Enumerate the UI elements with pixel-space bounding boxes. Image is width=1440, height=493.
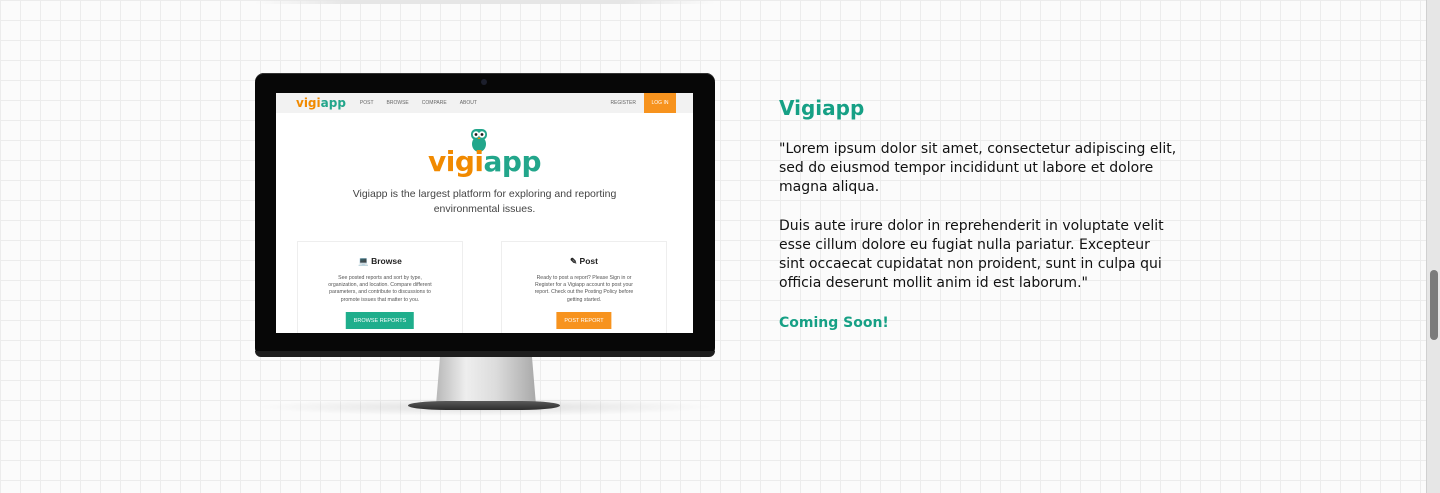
scrollbar-thumb[interactable] — [1430, 270, 1438, 340]
mini-nav-about: ABOUT — [459, 100, 477, 106]
laptop-icon: 💻 — [358, 256, 372, 266]
post-card: ✎ Post Ready to post a report? Please Si… — [501, 241, 667, 333]
mini-nav-post: POST — [359, 100, 374, 106]
mini-nav-browse: BROWSE — [386, 100, 409, 106]
browse-card-title: 💻 Browse — [358, 256, 402, 266]
post-report-button: POST REPORT — [556, 312, 612, 329]
browse-card-text: See posted reports and sort by type, org… — [328, 275, 432, 303]
project-description-1: "Lorem ipsum dolor sit amet, consectetur… — [779, 141, 1177, 195]
project-status: Coming Soon! — [779, 315, 889, 331]
browse-reports-button: BROWSE REPORTS — [345, 312, 415, 329]
project-title: Vigiapp — [779, 96, 865, 120]
hero-tagline: Vigiapp is the largest platform for expl… — [352, 188, 617, 215]
monitor-stand-base — [408, 401, 560, 410]
post-card-title: ✎ Post — [570, 256, 598, 266]
top-divider — [255, 0, 715, 4]
mini-navbar: vigiapp POST BROWSE COMPARE ABOUT REGIST… — [276, 93, 693, 113]
page-scrollbar[interactable] — [1426, 0, 1440, 493]
browse-card: 💻 Browse See posted reports and sort by … — [297, 241, 463, 333]
mini-login: LOG IN — [644, 93, 676, 113]
mini-logo: vigiapp — [296, 96, 346, 110]
hero-logo: vigiapp — [428, 145, 541, 178]
project-description-2: Duis aute irure dolor in reprehenderit i… — [779, 218, 1164, 291]
monitor-stand — [436, 357, 536, 405]
mini-register: REGISTER — [610, 100, 636, 106]
mini-nav-right: REGISTER LOG IN — [610, 93, 676, 113]
pencil-icon: ✎ — [570, 256, 580, 266]
website-screenshot: vigiapp POST BROWSE COMPARE ABOUT REGIST… — [276, 93, 693, 333]
monitor-mockup: vigiapp POST BROWSE COMPARE ABOUT REGIST… — [255, 73, 715, 357]
camera-dot — [481, 79, 487, 85]
mini-nav-compare: COMPARE — [421, 100, 447, 106]
post-card-text: Ready to post a report? Please Sign in o… — [534, 275, 634, 303]
